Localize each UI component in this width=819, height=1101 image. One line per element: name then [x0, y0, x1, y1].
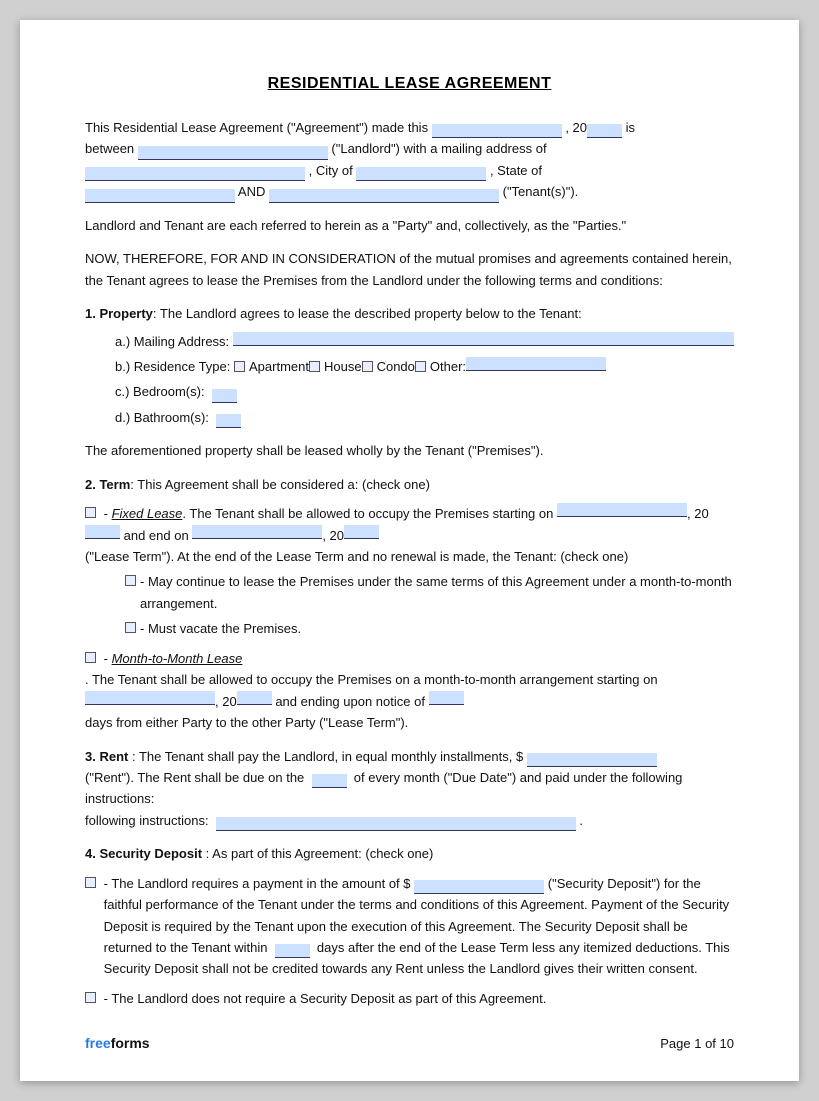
intro-line1-pre: This Residential Lease Agreement ("Agree… — [85, 120, 428, 135]
section3: 3. Rent : The Tenant shall pay the Landl… — [85, 746, 734, 832]
notice-days-field[interactable] — [429, 691, 464, 705]
month-start-year-field[interactable] — [237, 691, 272, 705]
intro-between: between — [85, 141, 134, 156]
return-days-field[interactable] — [275, 944, 310, 958]
date-field[interactable] — [432, 124, 562, 138]
due-date-field[interactable] — [312, 774, 347, 788]
fixed-lease-block: - Fixed Lease . The Tenant shall be allo… — [85, 503, 734, 640]
fixed-sub1-row: - May continue to lease the Premises und… — [125, 571, 734, 614]
city-field[interactable] — [356, 167, 486, 181]
state-field[interactable] — [85, 189, 235, 203]
bathrooms-row: d.) Bathroom(s): — [115, 407, 734, 428]
intro-landlord-label: ("Landlord") with a mailing address of — [331, 141, 546, 156]
security-deposit-amount-field[interactable] — [414, 880, 544, 894]
intro-year-pre: , 20 — [565, 120, 587, 135]
rent-amount-field[interactable] — [527, 753, 657, 767]
landlord-name-field[interactable] — [138, 146, 328, 160]
month-lease-block: - Month-to-Month Lease . The Tenant shal… — [85, 648, 734, 734]
premises-closing: The aforementioned property shall be lea… — [85, 440, 734, 461]
month-start-date-field[interactable] — [85, 691, 215, 705]
party-note: Landlord and Tenant are each referred to… — [85, 215, 734, 236]
bedrooms-row: c.) Bedroom(s): — [115, 381, 734, 402]
fixed-start-date-field[interactable] — [557, 503, 687, 517]
intro-state-label: , State of — [490, 163, 542, 178]
security-deposit-option2: - The Landlord does not require a Securi… — [85, 988, 734, 1009]
section1-items: a.) Mailing Address: b.) Residence Type:… — [115, 331, 734, 429]
freeforms-branding: freeforms — [85, 1035, 150, 1051]
year-field[interactable] — [587, 124, 622, 138]
no-security-deposit-checkbox[interactable] — [85, 992, 96, 1003]
intro-tenant-label: ("Tenant(s)"). — [503, 184, 579, 199]
other-checkbox[interactable] — [415, 361, 426, 372]
condo-checkbox[interactable] — [362, 361, 373, 372]
document-title: RESIDENTIAL LEASE AGREEMENT — [85, 75, 734, 93]
fixed-end-year-field[interactable] — [344, 525, 379, 539]
section4: 4. Security Deposit : As part of this Ag… — [85, 843, 734, 1009]
tenant-name-field[interactable] — [269, 189, 499, 203]
security-deposit-checkbox[interactable] — [85, 877, 96, 888]
intro-city-label: , City of — [309, 163, 353, 178]
fixed-lease-row: - Fixed Lease . The Tenant shall be allo… — [85, 503, 734, 567]
fixed-start-year-field[interactable] — [85, 525, 120, 539]
month-lease-row: - Month-to-Month Lease . The Tenant shal… — [85, 648, 734, 734]
security-deposit-option1: - The Landlord requires a payment in the… — [85, 873, 734, 980]
intro-and: AND — [238, 184, 265, 199]
payment-instructions-field[interactable] — [216, 817, 576, 831]
intro-paragraph: This Residential Lease Agreement ("Agree… — [85, 117, 734, 203]
other-type-field[interactable] — [466, 357, 606, 371]
section1: 1. Property: The Landlord agrees to leas… — [85, 303, 734, 428]
bathrooms-field[interactable] — [216, 414, 241, 428]
intro-is: is — [626, 120, 635, 135]
fixed-sub2-row: - Must vacate the Premises. — [125, 618, 734, 639]
house-checkbox[interactable] — [309, 361, 320, 372]
document-page: RESIDENTIAL LEASE AGREEMENT This Residen… — [20, 20, 799, 1081]
residence-type-row: b.) Residence Type: Apartment House Cond… — [115, 356, 734, 377]
mailing-address-field[interactable] — [85, 167, 305, 181]
apartment-checkbox[interactable] — [234, 361, 245, 372]
consideration-para: NOW, THEREFORE, FOR AND IN CONSIDERATION… — [85, 248, 734, 291]
vacate-checkbox[interactable] — [125, 622, 136, 633]
bedrooms-field[interactable] — [212, 389, 237, 403]
mailing-address-row: a.) Mailing Address: — [115, 331, 734, 352]
fixed-end-date-field[interactable] — [192, 525, 322, 539]
continue-lease-checkbox[interactable] — [125, 575, 136, 586]
property-address-field[interactable] — [233, 332, 734, 346]
month-lease-checkbox[interactable] — [85, 652, 96, 663]
section2: 2. Term: This Agreement shall be conside… — [85, 474, 734, 734]
fixed-lease-checkbox[interactable] — [85, 507, 96, 518]
